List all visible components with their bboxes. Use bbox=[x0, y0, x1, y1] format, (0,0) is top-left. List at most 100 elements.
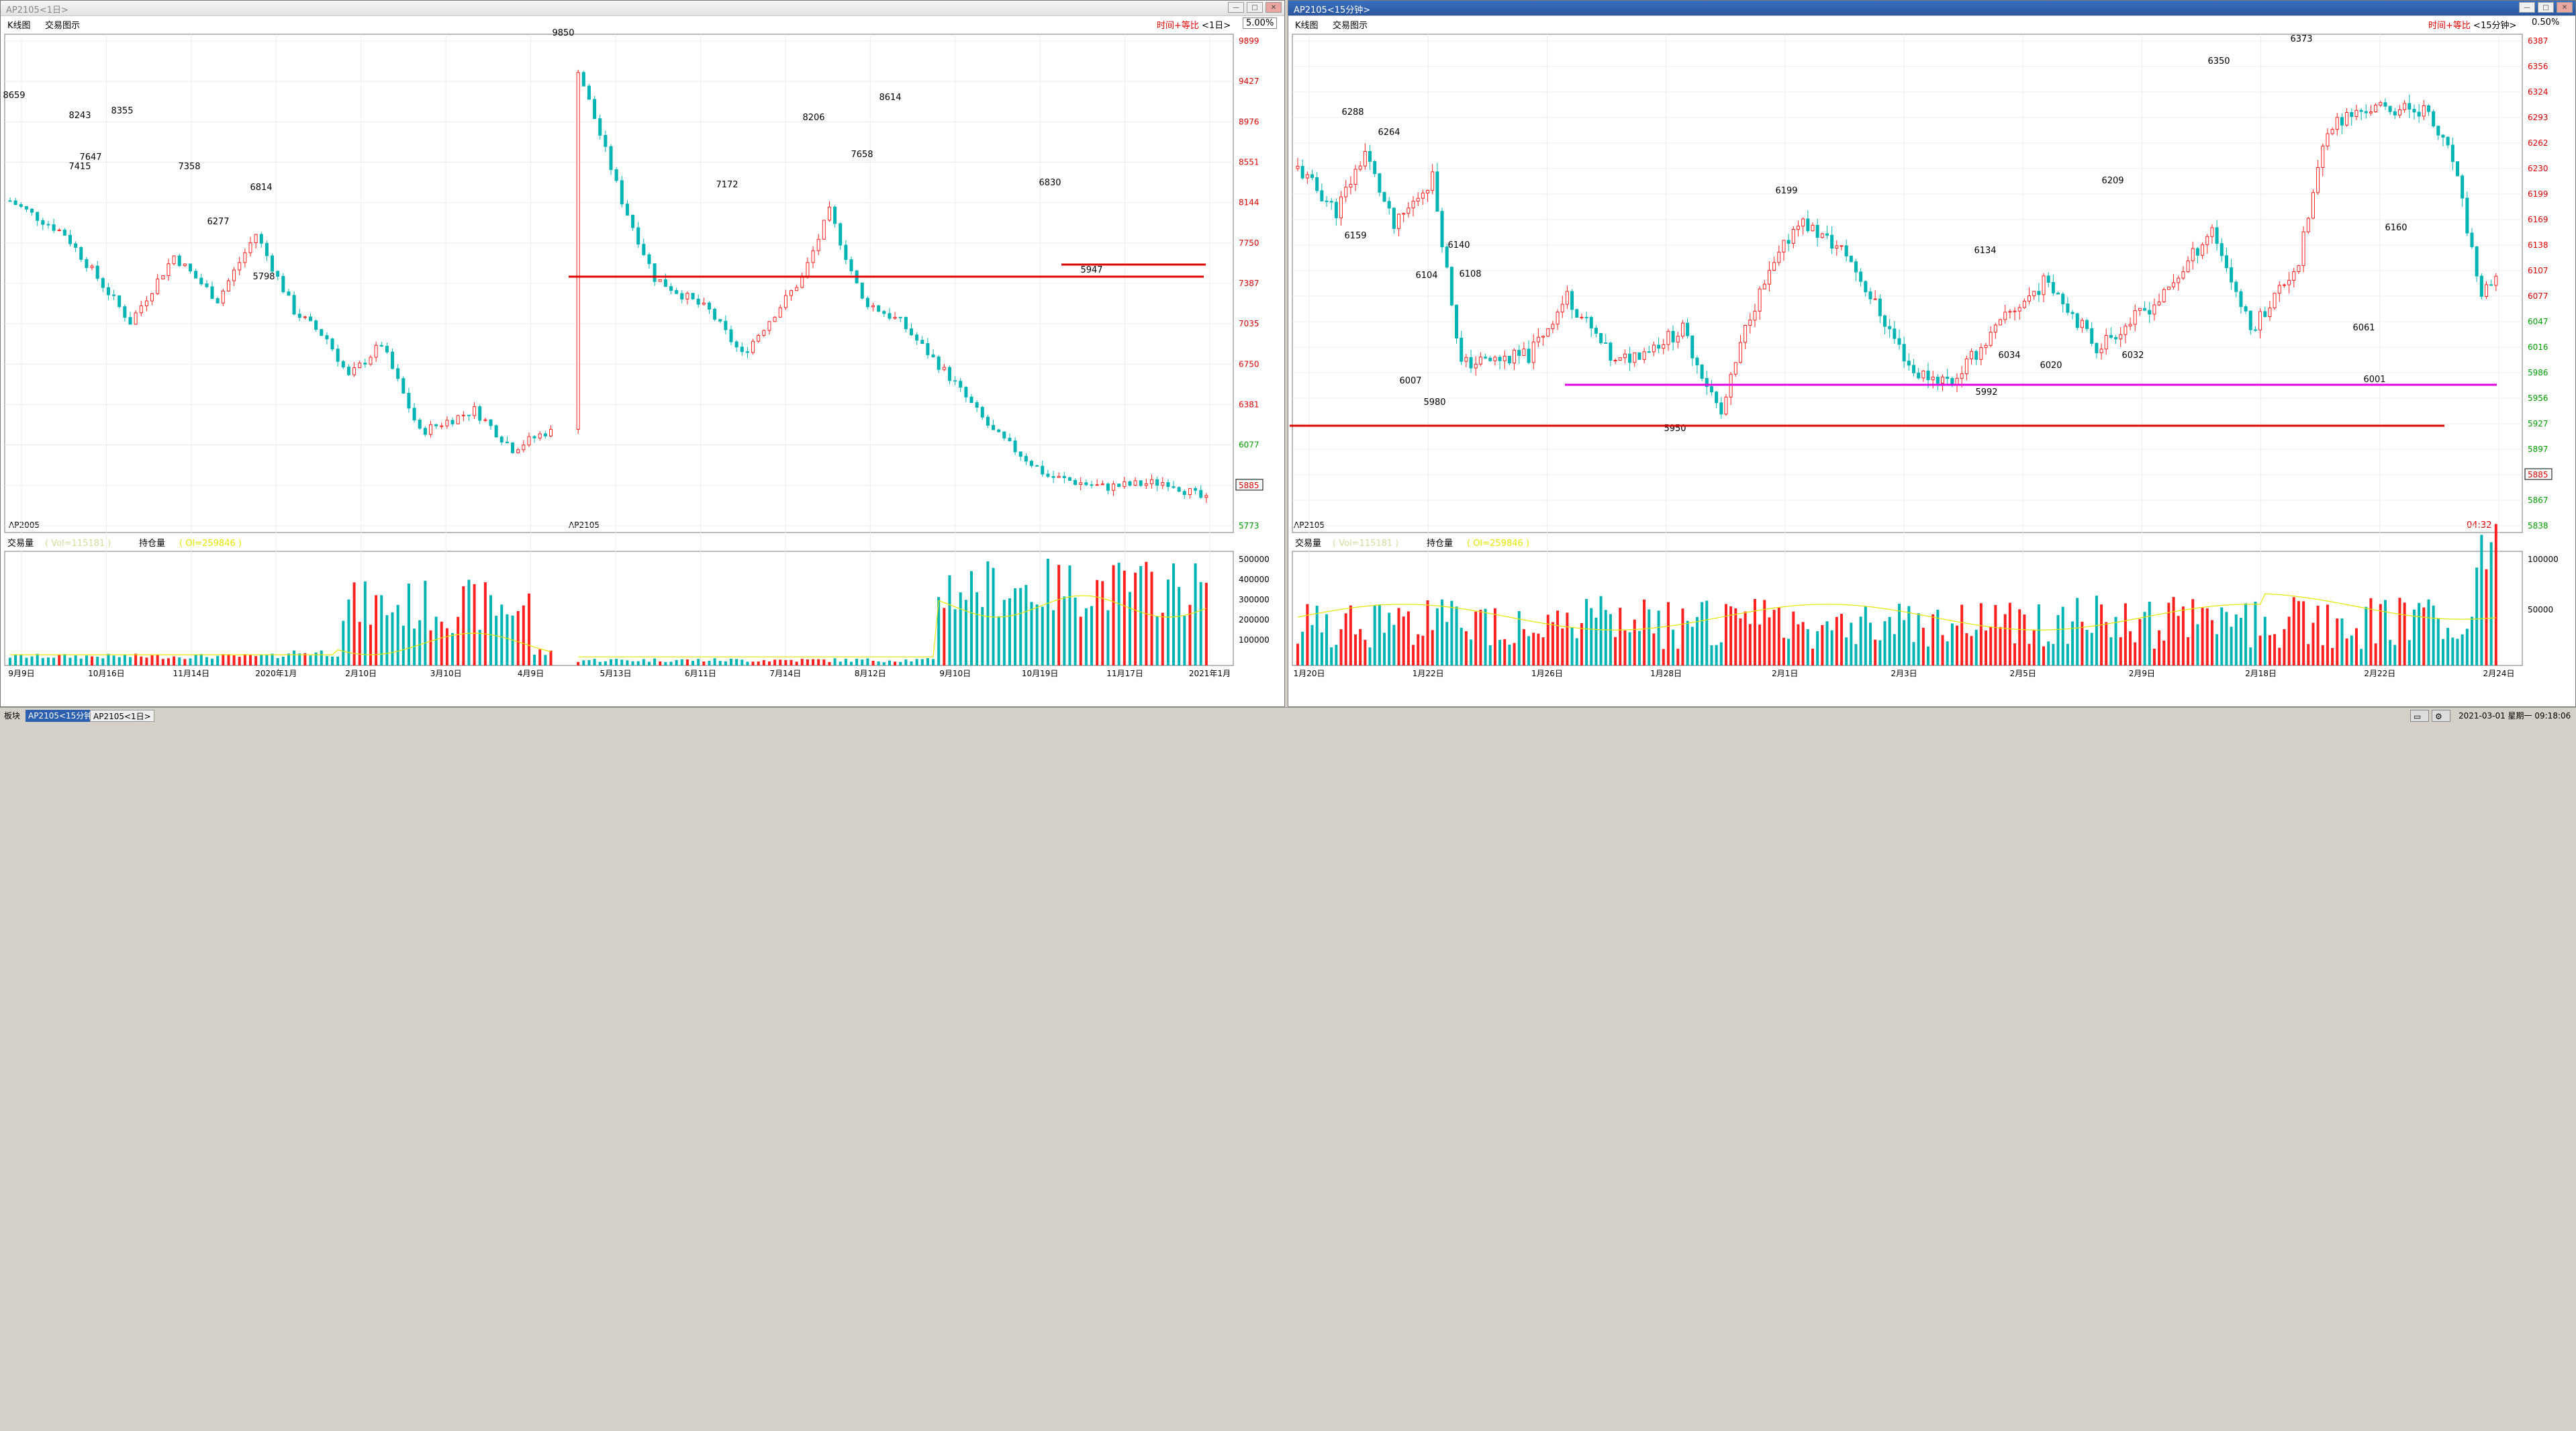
right-titlebar[interactable]: AP2105<15分钟> — □ ✕ bbox=[1288, 1, 2575, 16]
volume-bar bbox=[1604, 610, 1607, 665]
volume-bar bbox=[1590, 608, 1593, 665]
volume-bar bbox=[2129, 631, 2132, 665]
candle-body bbox=[101, 278, 105, 288]
minimize-button[interactable]: — bbox=[1228, 2, 1244, 13]
volume-bar bbox=[2393, 645, 2397, 665]
volume-bar bbox=[1835, 616, 1838, 665]
candle-body bbox=[259, 234, 263, 244]
date-tick-label: 1月20日 bbox=[1294, 669, 1325, 678]
price-tick-label: 6262 bbox=[2528, 138, 2548, 148]
candle-body bbox=[243, 252, 247, 263]
left-kline-chart[interactable]: AP2005 AP2105 9899 9427 8976 8551 8144 7750 7387… bbox=[1, 15, 1285, 707]
volume-bar bbox=[1840, 614, 1843, 665]
volume-bar bbox=[1030, 602, 1033, 665]
volume-bar bbox=[1134, 572, 1137, 665]
candle-body bbox=[783, 295, 788, 308]
price-tick-label: 8551 bbox=[1239, 158, 1259, 167]
candle-body bbox=[691, 293, 695, 299]
maximize-button[interactable]: □ bbox=[1247, 2, 1263, 13]
volume-bar bbox=[1474, 611, 1478, 665]
volume-bar bbox=[587, 660, 591, 665]
candle-body bbox=[598, 118, 602, 136]
close-button[interactable]: ✕ bbox=[1266, 2, 1282, 13]
close-button[interactable]: ✕ bbox=[2557, 2, 2573, 13]
volume-bar bbox=[1406, 611, 1410, 665]
volume-bar bbox=[166, 658, 170, 665]
volume-bar bbox=[1941, 635, 1944, 665]
maximize-button[interactable]: □ bbox=[2538, 2, 2554, 13]
candle-body bbox=[1013, 441, 1017, 453]
date-tick-label: 2月9日 bbox=[2129, 669, 2155, 678]
candle-body bbox=[238, 262, 242, 271]
volume-tick-label: 400000 bbox=[1239, 575, 1270, 584]
sector-label[interactable]: 板块 bbox=[1, 710, 23, 722]
candle-body bbox=[1117, 483, 1121, 488]
oi-field: ( OI=259846 ) bbox=[179, 539, 242, 549]
candle-body bbox=[161, 275, 165, 280]
volume-bar bbox=[1883, 621, 1887, 665]
candle-body bbox=[210, 286, 214, 299]
volume-bar bbox=[1412, 645, 1415, 665]
candle-body bbox=[505, 441, 509, 444]
candle-body bbox=[992, 424, 996, 430]
price-annotation: 6160 bbox=[2385, 223, 2407, 233]
volume-bar bbox=[1339, 629, 1343, 665]
volume-bar bbox=[238, 657, 241, 665]
candle-body bbox=[57, 230, 61, 232]
volume-bar bbox=[2311, 622, 2315, 665]
candle-body bbox=[2220, 243, 2224, 257]
volume-bar bbox=[1359, 629, 1362, 665]
price-annotation: 6001 bbox=[2363, 375, 2385, 385]
candle-body bbox=[1062, 475, 1066, 478]
monitor-icon[interactable]: ▭ bbox=[2410, 710, 2429, 722]
left-titlebar[interactable]: AP2105<1日> — □ ✕ bbox=[1, 1, 1284, 16]
volume-bar bbox=[2456, 639, 2459, 665]
minimize-button[interactable]: — bbox=[2519, 2, 2535, 13]
candle-body bbox=[2138, 308, 2142, 311]
candle-body bbox=[947, 367, 951, 381]
volume-bar bbox=[281, 656, 285, 665]
candle-body bbox=[1993, 324, 1997, 333]
candle-body bbox=[647, 254, 651, 265]
right-kline-chart[interactable]: AP2105 04:3263876356632462936262623061996… bbox=[1288, 15, 2576, 707]
price-tick-label: 6750 bbox=[1239, 359, 1259, 369]
volume-bar bbox=[1402, 616, 1405, 665]
volume-bar bbox=[2119, 637, 2122, 665]
tab-daily[interactable]: AP2105<1日> bbox=[90, 710, 154, 722]
candle-body bbox=[216, 298, 220, 304]
volume-bar bbox=[1484, 608, 1487, 665]
candle-body bbox=[778, 307, 782, 318]
settings-icon[interactable]: ⚙ bbox=[2432, 710, 2450, 722]
candle-body bbox=[522, 445, 526, 451]
volume-bar bbox=[2263, 616, 2267, 665]
candle-body bbox=[669, 286, 673, 291]
volume-bar bbox=[2258, 635, 2262, 665]
candle-body bbox=[2166, 286, 2170, 290]
candle-body bbox=[1964, 358, 1968, 375]
candle-body bbox=[2215, 227, 2219, 244]
volume-bar bbox=[1994, 604, 1997, 665]
candle-body bbox=[1695, 357, 1699, 365]
candle-body bbox=[2287, 280, 2291, 285]
volume-bar bbox=[1623, 630, 1627, 665]
volume-bar bbox=[1493, 608, 1496, 665]
current-price-label: 5885 bbox=[2528, 470, 2548, 479]
candle-body bbox=[1334, 201, 1338, 218]
candle-body bbox=[2157, 302, 2161, 306]
volume-bar bbox=[271, 653, 274, 665]
volume-bar bbox=[1488, 645, 1492, 665]
volume-bar bbox=[1585, 598, 1588, 665]
volume-bar bbox=[735, 659, 738, 665]
volume-bar bbox=[1888, 616, 1891, 665]
volume-bar bbox=[2374, 643, 2377, 665]
price-tick-label: 6199 bbox=[2528, 189, 2548, 199]
volume-bar bbox=[702, 661, 706, 665]
candle-body bbox=[1950, 378, 1954, 385]
price-annotation: 6277 bbox=[207, 217, 229, 227]
volume-bar bbox=[1874, 639, 1877, 665]
volume-bar bbox=[861, 659, 864, 665]
candle-body bbox=[1397, 214, 1401, 229]
candle-body bbox=[1551, 324, 1555, 330]
candle-body bbox=[1931, 376, 1935, 381]
price-annotation: 8659 bbox=[3, 91, 25, 101]
